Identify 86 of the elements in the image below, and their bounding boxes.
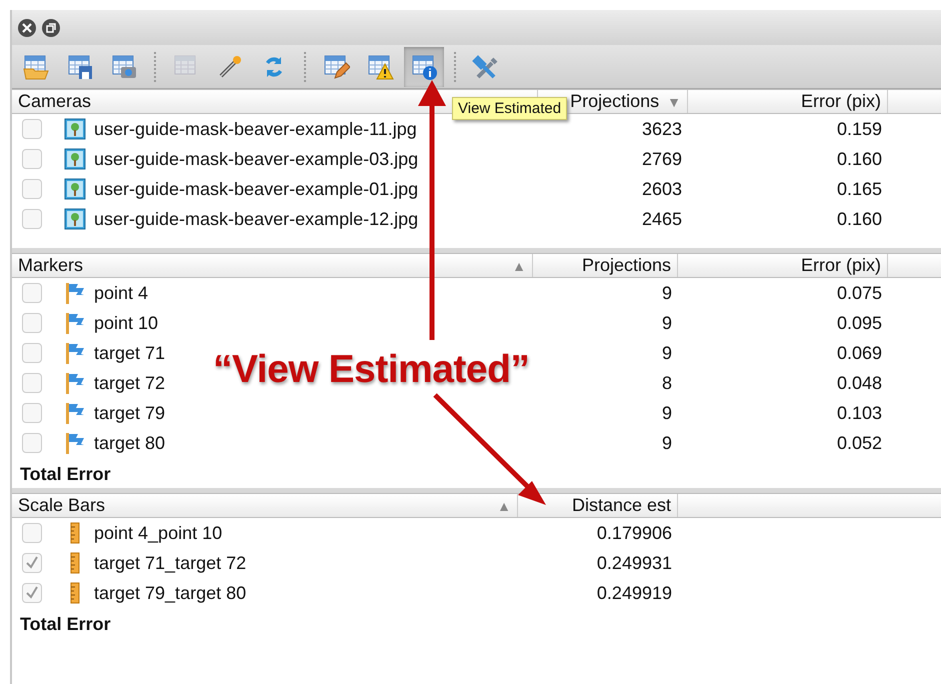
checkbox[interactable] xyxy=(22,283,42,303)
name-cell: target 71_target 72 xyxy=(94,552,246,574)
toolbar-button[interactable] xyxy=(404,46,444,86)
name-cell: target 72 xyxy=(94,372,166,394)
restore-button[interactable] xyxy=(42,18,60,36)
callout-label: “View Estimated” xyxy=(213,348,530,392)
column-header[interactable]: Cameras xyxy=(18,91,92,112)
flag-icon xyxy=(64,432,86,454)
table-camera-icon xyxy=(110,52,138,80)
name-cell: target 80 xyxy=(94,432,166,454)
restore-icon xyxy=(46,22,56,32)
checkbox[interactable] xyxy=(22,343,42,363)
checkbox[interactable] xyxy=(22,149,42,169)
column-header[interactable]: Scale Bars xyxy=(18,495,106,516)
table-cell-text: 2769 xyxy=(640,148,683,170)
table-cell-text: 0.069 xyxy=(836,342,883,364)
sort-indicator: ▲ xyxy=(497,498,511,514)
name-cell: target 79_target 80 xyxy=(94,582,246,604)
table-cell-text: 0.159 xyxy=(836,118,883,140)
column-header[interactable]: Error (pix) xyxy=(801,91,881,112)
table-cell-text: 9 xyxy=(660,282,673,304)
table-cell-text: 9 xyxy=(660,402,673,424)
name-cell: target 71 xyxy=(94,342,166,364)
table-cell-text: 0.179906 xyxy=(596,522,673,544)
column-header[interactable]: Projections xyxy=(582,255,671,276)
table-cell-text: 0.075 xyxy=(836,282,883,304)
name-cell: point 4 xyxy=(94,282,148,304)
name-cell: target 79 xyxy=(94,402,166,424)
image-icon xyxy=(64,178,86,200)
close-icon xyxy=(22,22,32,32)
flag-icon xyxy=(64,372,86,394)
checkbox[interactable] xyxy=(22,209,42,229)
flag-icon xyxy=(64,402,86,424)
table-cell-text: 8 xyxy=(660,372,673,394)
image-icon xyxy=(64,148,86,170)
table-folder-icon xyxy=(22,52,50,80)
name-cell: point 10 xyxy=(94,312,158,334)
table-info-icon xyxy=(410,52,438,80)
sort-indicator: ▲ xyxy=(512,258,526,274)
checkbox[interactable] xyxy=(22,313,42,333)
tooltip: View Estimated xyxy=(452,97,568,120)
name-cell: user-guide-mask-beaver-example-11.jpg xyxy=(94,118,417,140)
table-warning-icon xyxy=(366,52,394,80)
total-error-label: Total Error xyxy=(19,613,112,636)
table-cell-text: 0.095 xyxy=(836,312,883,334)
name-cell: point 4_point 10 xyxy=(94,522,222,544)
table-cell-text: 0.160 xyxy=(836,148,883,170)
total-error-label: Total Error xyxy=(19,463,112,486)
flag-icon xyxy=(64,312,86,334)
flag-icon xyxy=(64,342,86,364)
checkbox[interactable] xyxy=(22,403,42,423)
flag-icon xyxy=(64,282,86,304)
table-cell-text: 2465 xyxy=(640,208,683,230)
table-pencil-icon xyxy=(322,52,350,80)
name-cell: user-guide-mask-beaver-example-12.jpg xyxy=(94,208,418,230)
table-cell-text: 0.249919 xyxy=(596,582,673,604)
sort-indicator: ▼ xyxy=(667,94,681,110)
table-cell-text: 3623 xyxy=(640,118,683,140)
checkbox[interactable] xyxy=(22,119,42,139)
name-cell: user-guide-mask-beaver-example-03.jpg xyxy=(94,148,418,170)
table-disk-icon xyxy=(66,52,94,80)
checkbox[interactable] xyxy=(22,373,42,393)
table-cell-text: 2603 xyxy=(640,178,683,200)
table-cell-text: 0.249931 xyxy=(596,552,673,574)
table-cell-text: 0.103 xyxy=(836,402,883,424)
checkbox[interactable] xyxy=(22,523,42,543)
table-cell-text: 9 xyxy=(660,312,673,334)
column-header[interactable]: Error (pix) xyxy=(801,255,881,276)
column-header[interactable]: Projections xyxy=(570,91,660,112)
checkbox[interactable] xyxy=(22,179,42,199)
table-cell-text: 9 xyxy=(660,432,673,454)
table-cell-text: 0.160 xyxy=(836,208,883,230)
table-cell-text: 9 xyxy=(660,342,673,364)
column-header[interactable]: Markers xyxy=(18,255,84,276)
column-header[interactable]: Distance est xyxy=(572,495,671,516)
checkbox[interactable] xyxy=(22,433,42,453)
checkbox[interactable] xyxy=(22,553,42,573)
table-cell-text: 0.048 xyxy=(836,372,883,394)
table-cell-text: 0.165 xyxy=(836,178,883,200)
table-cell-text: 0.052 xyxy=(836,432,883,454)
tools-icon xyxy=(472,52,500,80)
image-icon xyxy=(64,118,86,140)
image-icon xyxy=(64,208,86,230)
close-button[interactable] xyxy=(18,18,36,36)
checkbox[interactable] xyxy=(22,583,42,603)
name-cell: user-guide-mask-beaver-example-01.jpg xyxy=(94,178,418,200)
